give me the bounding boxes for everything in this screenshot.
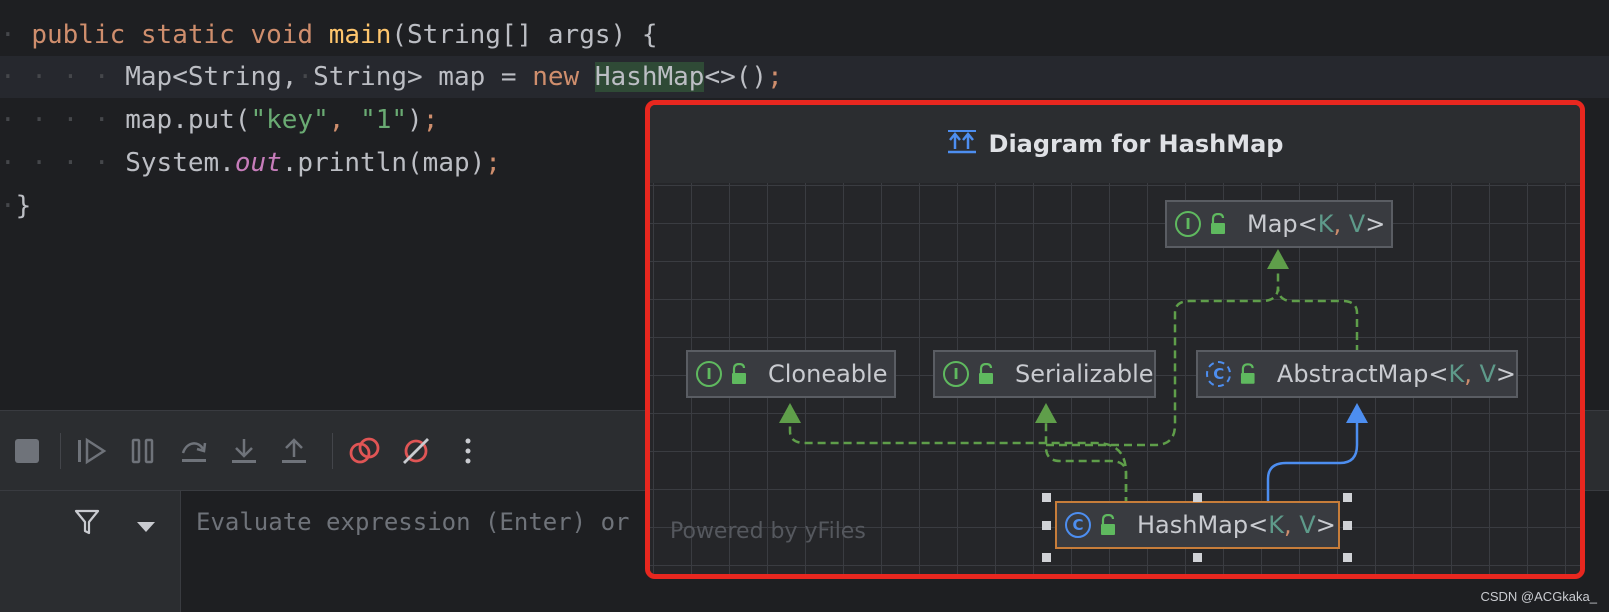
lock-icon: [1241, 363, 1255, 384]
resize-handle[interactable]: [1193, 493, 1202, 502]
lock-icon: [1211, 213, 1225, 234]
diagram-popup: Diagram for HashMap I Map<K, V> I Clonea…: [645, 100, 1585, 579]
interface-icon: I: [1175, 211, 1201, 237]
step-out-icon[interactable]: [272, 429, 316, 473]
interface-icon: I: [696, 361, 722, 387]
resize-handle[interactable]: [1042, 553, 1051, 562]
code-line-4: · · · · System.out.println(map);: [0, 148, 501, 178]
step-over-icon[interactable]: [172, 429, 216, 473]
pause-icon[interactable]: [121, 429, 165, 473]
edge-hashmap-to-cloneable: [788, 405, 1128, 505]
toolbar-separator: [60, 433, 61, 469]
lock-icon: [979, 363, 993, 384]
arrowhead-cloneable: [779, 403, 801, 423]
resize-handle[interactable]: [1193, 553, 1202, 562]
node-hashmap-class[interactable]: C HashMap<K, V>: [1055, 501, 1340, 549]
chevron-down-icon[interactable]: [137, 517, 155, 536]
edge-hashmap-to-serializable: [1044, 405, 1128, 505]
resize-handle[interactable]: [1042, 493, 1051, 502]
watermark: CSDN @ACGkaka_: [1480, 589, 1597, 604]
resume-icon[interactable]: [70, 429, 114, 473]
lock-icon: [1101, 514, 1115, 535]
diagram-icon: [947, 130, 977, 158]
lock-icon: [732, 363, 746, 384]
arrowhead-map: [1267, 249, 1289, 269]
toolbar-separator: [332, 433, 333, 469]
code-line-5: ·}: [0, 191, 32, 221]
code-line-2: · · · · Map<String,·String> map = new Ha…: [0, 56, 1609, 98]
code-line-1: · public static void main(String[] args)…: [0, 20, 658, 50]
arrowhead-serializable: [1035, 403, 1057, 423]
more-options-icon[interactable]: [446, 429, 490, 473]
diagram-canvas[interactable]: I Map<K, V> I Cloneable I Serializable C…: [650, 183, 1580, 574]
resize-handle[interactable]: [1343, 521, 1352, 530]
step-into-icon[interactable]: [222, 429, 266, 473]
interface-icon: I: [943, 361, 969, 387]
frames-panel: [0, 553, 181, 612]
node-serializable-interface[interactable]: I Serializable: [933, 350, 1156, 398]
evaluate-expression-input[interactable]: Evaluate expression (Enter) or at: [196, 491, 673, 553]
resize-handle[interactable]: [1343, 493, 1352, 502]
mute-breakpoints-icon[interactable]: [394, 429, 438, 473]
resize-handle[interactable]: [1343, 553, 1352, 562]
arrowhead-abstractmap: [1346, 403, 1368, 423]
filter-area: [0, 491, 181, 553]
popup-title: Diagram for HashMap: [988, 130, 1284, 158]
stop-icon[interactable]: [5, 429, 49, 473]
node-abstractmap-class[interactable]: C AbstractMap<K, V>: [1196, 350, 1518, 398]
class-icon: C: [1065, 512, 1091, 538]
node-map-interface[interactable]: I Map<K, V>: [1165, 200, 1393, 248]
node-cloneable-interface[interactable]: I Cloneable: [686, 350, 896, 398]
abstract-class-icon: C: [1206, 361, 1232, 387]
powered-by-label: Powered by yFiles: [670, 519, 866, 544]
popup-header[interactable]: Diagram for HashMap: [650, 105, 1580, 184]
view-breakpoints-icon[interactable]: [343, 429, 387, 473]
filter-icon[interactable]: [74, 508, 100, 540]
resize-handle[interactable]: [1042, 521, 1051, 530]
code-line-3: · · · · map.put("key", "1");: [0, 105, 439, 135]
edge-abstractmap-to-map: [1276, 286, 1359, 353]
